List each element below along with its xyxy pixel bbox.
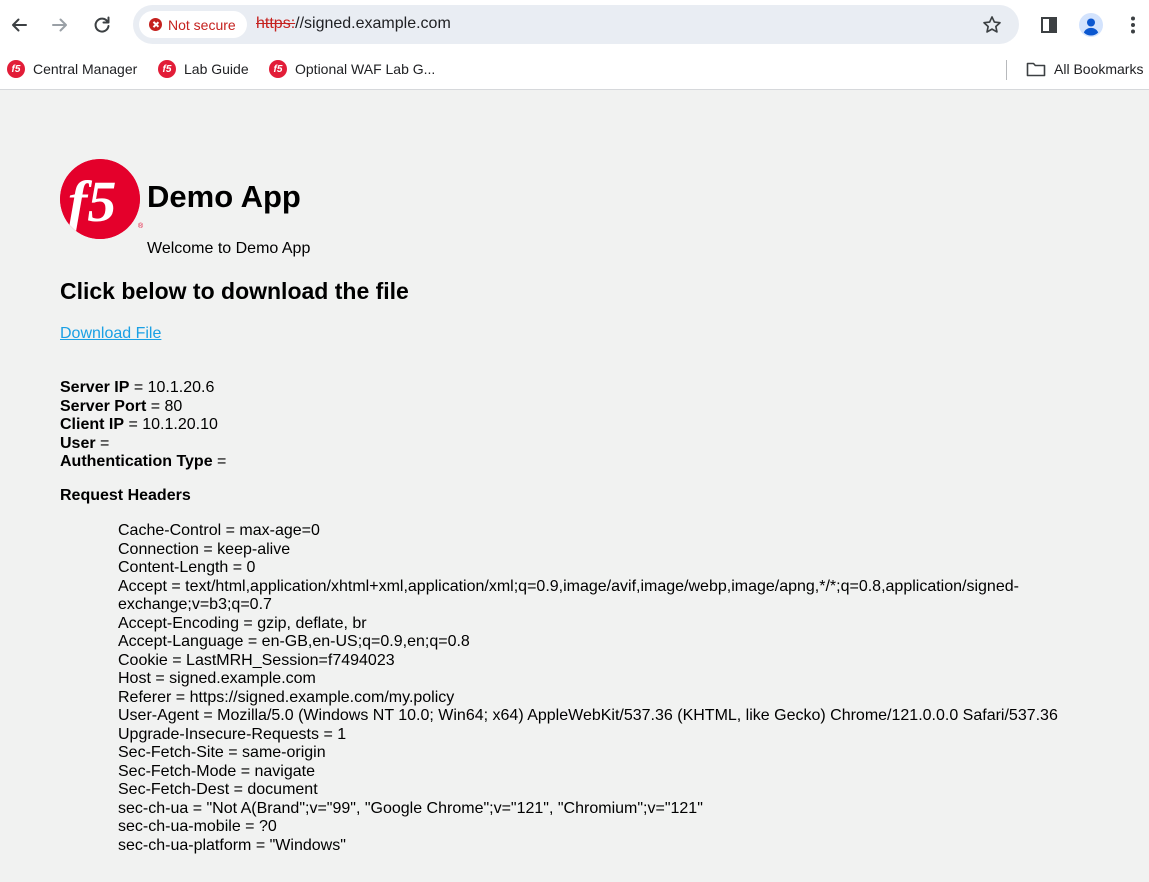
side-panel-icon <box>1041 17 1057 33</box>
forward-arrow-icon <box>52 18 67 32</box>
download-file-link[interactable]: Download File <box>60 325 161 343</box>
request-header-line: Host = signed.example.com <box>118 670 316 687</box>
request-header-line: sec-ch-ua = "Not A(Brand";v="99", "Googl… <box>118 799 703 817</box>
security-chip-label: Not secure <box>168 16 236 33</box>
request-header-line: Cache-Control = max-age=0 <box>118 522 320 539</box>
download-heading: Click below to download the file <box>60 278 409 304</box>
auth-type-row: Authentication Type = <box>60 453 227 471</box>
request-headers-list: Cache-Control = max-age=0 Connection = ke… <box>118 522 1078 855</box>
request-header-line: Content-Length = 0 <box>118 559 256 576</box>
side-panel-button[interactable] <box>1036 12 1062 38</box>
back-arrow-icon <box>12 18 27 32</box>
server-ip-row: Server IP = 10.1.20.6 <box>60 379 215 396</box>
f5-favicon-icon: f5 <box>269 60 287 78</box>
request-header-line: Accept-Encoding = gzip, deflate, br <box>118 614 367 632</box>
bookmark-lab-guide[interactable]: f5 Lab Guide <box>158 58 249 80</box>
app-title: Demo App <box>147 179 301 214</box>
bookmark-central-manager[interactable]: f5 Central Manager <box>7 58 137 80</box>
request-header-line: sec-ch-ua-platform = "Windows" <box>118 836 346 854</box>
bookmark-label: Central Manager <box>33 61 138 77</box>
profile-avatar-icon <box>1079 13 1103 37</box>
folder-icon <box>1026 62 1046 77</box>
bookmark-label: Lab Guide <box>184 61 249 77</box>
bookmark-optional-waf-lab[interactable]: f5 Optional WAF Lab G... <box>269 58 435 80</box>
more-vertical-icon <box>1131 16 1135 34</box>
client-ip-row: Client IP = 10.1.20.10 <box>60 416 218 434</box>
browser-toolbar: Not secure https://signed.example.com <box>0 0 1149 50</box>
url-text[interactable]: https://signed.example.com <box>256 15 451 33</box>
back-button[interactable] <box>5 11 33 39</box>
request-header-line: Upgrade-Insecure-Requests = 1 <box>118 725 347 743</box>
request-header-line: Sec-Fetch-Site = same-origin <box>118 744 326 761</box>
url-host: //signed.example.com <box>295 15 451 32</box>
profile-button[interactable] <box>1078 12 1104 38</box>
url-scheme: https: <box>256 15 296 32</box>
request-header-line: Sec-Fetch-Mode = navigate <box>118 762 315 780</box>
f5-logo-text: f5 <box>68 169 116 234</box>
request-header-line: Cookie = LastMRH_Session=f7494023 <box>118 651 395 669</box>
bookmark-label: Optional WAF Lab G... <box>295 61 436 77</box>
bookmarks-bar: f5 Central Manager f5 Lab Guide f5 Optio… <box>0 50 1149 90</box>
bookmarks-divider <box>1006 60 1007 80</box>
menu-button[interactable] <box>1120 12 1146 38</box>
request-header-line: Accept = text/html,application/xhtml+xml… <box>118 577 1019 595</box>
not-secure-icon <box>149 18 162 31</box>
server-info: Server IP = 10.1.20.6 Server Port = 80 C… <box>60 379 226 472</box>
page-content: f5 ® Demo App Welcome to Demo App Click … <box>0 91 1149 882</box>
all-bookmarks-button[interactable]: All Bookmarks <box>1026 58 1143 80</box>
bookmark-star-icon[interactable] <box>981 14 1003 36</box>
forward-button[interactable] <box>46 11 74 39</box>
request-header-line: Referer = https://signed.example.com/my.… <box>118 688 455 706</box>
request-header-line: Connection = keep-alive <box>118 540 291 558</box>
f5-favicon-icon: f5 <box>158 60 176 78</box>
f5-logo: f5 <box>60 159 140 239</box>
request-header-line: Accept-Language = en-GB,en-US;q=0.9,en;q… <box>118 633 470 650</box>
reload-button[interactable] <box>88 11 116 39</box>
request-headers-title: Request Headers <box>60 487 191 504</box>
request-header-line: User-Agent = Mozilla/5.0 (Windows NT 10.… <box>118 707 1058 724</box>
server-port-row: Server Port = 80 <box>60 397 183 415</box>
request-header-line: exchange;v=b3;q=0.7 <box>118 596 272 613</box>
request-header-line: sec-ch-ua-mobile = ?0 <box>118 818 277 835</box>
welcome-text: Welcome to Demo App <box>147 240 311 257</box>
address-bar[interactable]: Not secure https://signed.example.com <box>133 5 1019 44</box>
f5-favicon-icon: f5 <box>7 60 25 78</box>
security-chip[interactable]: Not secure <box>139 11 247 38</box>
reload-icon <box>94 16 110 33</box>
f5-logo-mark: f5 <box>60 159 140 239</box>
request-header-line: Sec-Fetch-Dest = document <box>118 781 318 798</box>
registered-mark: ® <box>138 223 144 230</box>
user-row: User = <box>60 434 110 452</box>
all-bookmarks-label: All Bookmarks <box>1054 61 1144 77</box>
